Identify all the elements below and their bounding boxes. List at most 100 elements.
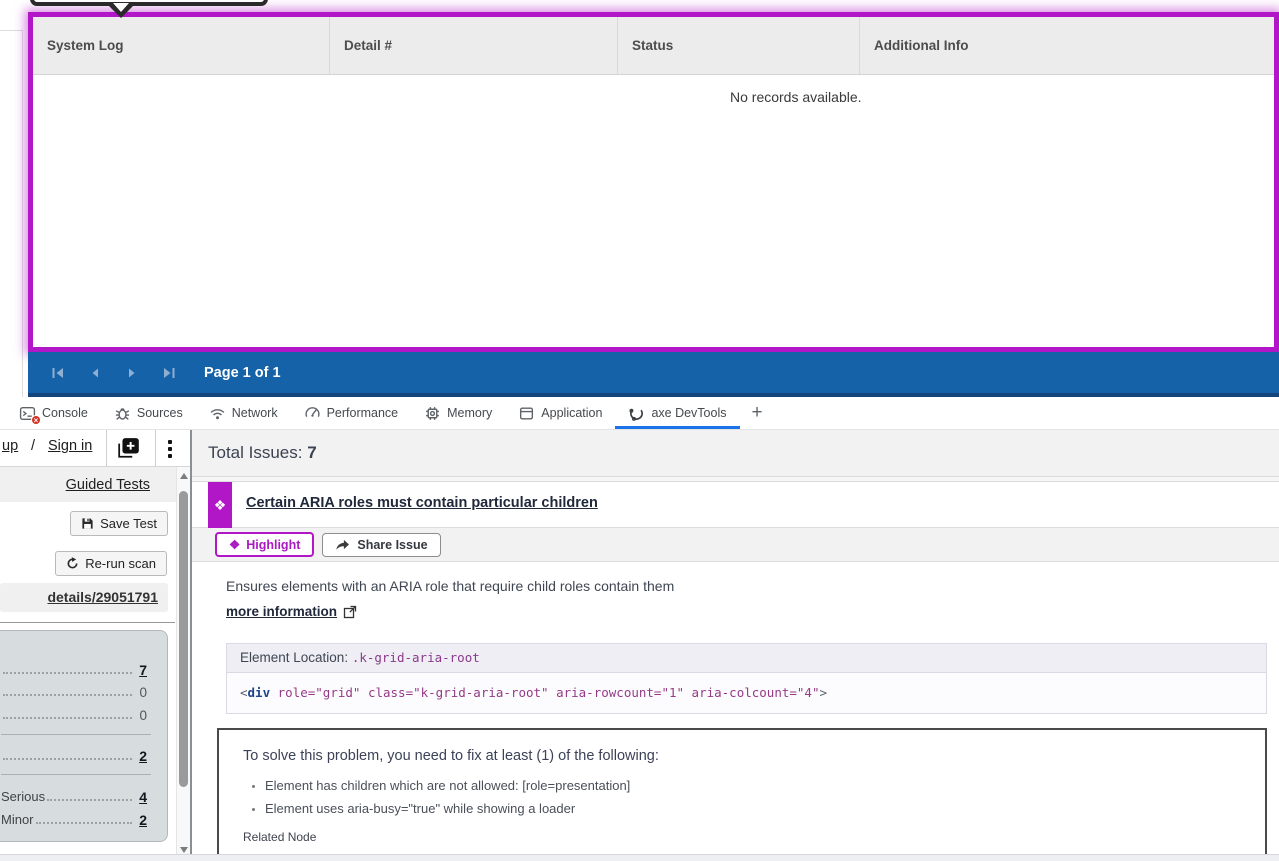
grid-header-row: System Log Detail # Status Additional In… (33, 17, 1274, 75)
new-tab-button[interactable]: + (740, 397, 775, 429)
axe-main-panel: Total Issues: 7 ❖ Certain ARIA roles mus… (192, 430, 1279, 861)
save-test-label: Save Test (100, 516, 157, 531)
scan-details-link[interactable]: details/29051791 (47, 589, 158, 605)
leader-dots (35, 822, 133, 824)
tab-label: Network (231, 406, 278, 420)
tab-memory[interactable]: Memory (411, 397, 505, 429)
grid-column-header[interactable]: System Log (33, 17, 330, 74)
chip-icon (424, 405, 441, 422)
more-information-row: more information (226, 604, 357, 619)
pager-first-page-button[interactable] (50, 365, 66, 381)
tab-console[interactable]: × Console (6, 397, 101, 429)
tab-label: Performance (326, 406, 399, 420)
grid-pager: Page 1 of 1 (28, 352, 1279, 397)
grid-empty-message: No records available. (730, 89, 862, 105)
issue-actions-band: ❖ Highlight Share Issue (192, 528, 1279, 562)
tab-network[interactable]: Network (196, 397, 291, 429)
divider (0, 622, 175, 623)
guided-tests-band: Guided Tests (0, 467, 176, 502)
severity-label: Serious (1, 789, 46, 804)
summary-row-minor: Minor 2 (1, 808, 147, 828)
summary-value: 0 (139, 685, 147, 700)
save-test-button[interactable]: Save Test (70, 511, 168, 536)
solve-bullet: Element uses aria-busy="true" while show… (265, 801, 1241, 816)
console-error-badge: × (31, 414, 41, 425)
total-issues-header: Total Issues: 7 (192, 430, 1279, 477)
sign-in-link[interactable]: Sign in (48, 438, 92, 454)
pager-next-page-button[interactable] (124, 365, 140, 381)
summary-row-total: 7 (1, 658, 147, 678)
grid-column-header[interactable]: Status (618, 17, 860, 74)
scan-details-box: details/29051791 (0, 583, 168, 612)
devtools-tabbar: × Console Sources Network Performance Me… (0, 397, 1279, 430)
issue-row[interactable]: ❖ Certain ARIA roles must contain partic… (192, 482, 1279, 528)
divider (1, 734, 151, 735)
save-icon (82, 518, 93, 529)
page-edge-line-v (22, 30, 23, 397)
tab-axe-devtools[interactable]: axe DevTools (615, 397, 739, 429)
leader-dots (3, 672, 133, 674)
guided-tests-link[interactable]: Guided Tests (66, 477, 150, 493)
pager-previous-page-button[interactable] (87, 365, 103, 381)
code-text: role="grid" class="k-grid-aria-root" ari… (270, 685, 820, 700)
minor-count-link[interactable]: 2 (139, 812, 147, 828)
code-text: div (247, 685, 271, 700)
leader-dots (47, 799, 133, 801)
tab-performance[interactable]: Performance (291, 397, 412, 429)
highlight-button[interactable]: ❖ Highlight (215, 532, 315, 557)
scroll-up-arrow-icon[interactable] (180, 473, 188, 479)
rerun-icon (67, 557, 78, 569)
selector-icon: ❖ (229, 538, 241, 552)
grid-column-header[interactable]: Detail # (330, 17, 618, 74)
summary-row-serious: Serious 4 (1, 785, 147, 805)
pager-page-label: Page 1 of 1 (204, 364, 281, 381)
share-issue-button[interactable]: Share Issue (322, 532, 441, 557)
axe-highlight-tooltip (30, 0, 268, 6)
divider (1, 774, 151, 775)
issue-selector-badge: ❖ (208, 482, 232, 528)
kebab-menu-icon[interactable] (163, 437, 177, 460)
leader-dots (3, 717, 133, 719)
leader-dots (3, 694, 133, 696)
scroll-down-arrow-icon[interactable] (180, 847, 188, 853)
solve-bullet: Element has children which are not allow… (265, 778, 1241, 793)
issue-title-link[interactable]: Certain ARIA roles must contain particul… (246, 495, 598, 511)
total-issues-count: 7 (307, 443, 317, 462)
account-row: up / Sign in (0, 430, 191, 467)
more-information-link[interactable]: more information (226, 604, 337, 619)
issue-description: Ensures elements with an ARIA role that … (226, 578, 675, 594)
share-arrow-icon (336, 539, 350, 550)
tab-label: Application (541, 406, 603, 420)
serious-count-link[interactable]: 4 (139, 789, 147, 805)
solve-bullet-list: Element has children which are not allow… (243, 778, 1241, 816)
pager-last-page-button[interactable] (161, 365, 177, 381)
bottom-strip (0, 854, 1279, 861)
inspected-page: System Log Detail # Status Additional In… (0, 0, 1279, 397)
summary-total-link[interactable]: 7 (139, 662, 147, 678)
tooltip-caret-icon (113, 3, 129, 12)
sign-up-link[interactable]: up (2, 438, 18, 454)
share-issue-label: Share Issue (357, 537, 428, 552)
element-location-selector: .k-grid-aria-root (351, 650, 480, 665)
rerun-scan-label: Re-run scan (85, 556, 156, 571)
element-source-code[interactable]: <div role="grid" class="k-grid-aria-root… (226, 673, 1267, 714)
highlight-label: Highlight (246, 537, 301, 552)
solve-heading: To solve this problem, you need to fix a… (243, 748, 659, 764)
element-location-bar: Element Location: .k-grid-aria-root (226, 643, 1267, 673)
wifi-icon (209, 405, 226, 422)
sidebar-scrollbar[interactable] (176, 467, 190, 861)
rerun-scan-button[interactable]: Re-run scan (55, 551, 167, 576)
screen: System Log Detail # Status Additional In… (0, 0, 1279, 861)
tab-sources[interactable]: Sources (101, 397, 196, 429)
grid-column-header[interactable]: Additional Info (860, 17, 1274, 74)
external-link-icon (343, 605, 357, 618)
scrollbar-thumb[interactable] (179, 491, 188, 787)
total-issues-label: Total Issues: (208, 443, 308, 462)
open-new-window-icon[interactable] (115, 435, 143, 461)
summary-link[interactable]: 2 (139, 748, 147, 764)
tab-label: Sources (136, 406, 183, 420)
application-box-icon (518, 405, 535, 422)
divider (106, 430, 107, 467)
tab-label: axe DevTools (651, 406, 727, 420)
tab-application[interactable]: Application (505, 397, 615, 429)
